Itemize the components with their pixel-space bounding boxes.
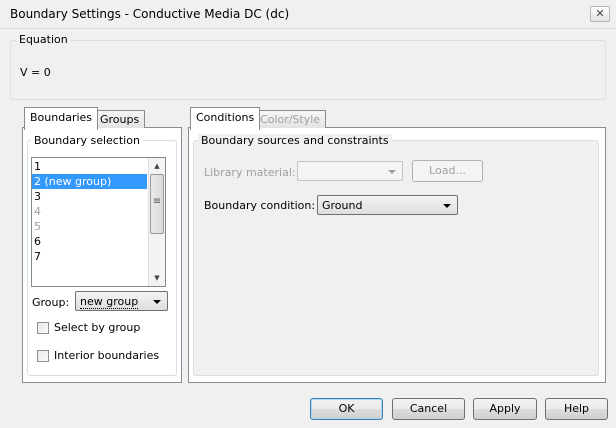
list-item[interactable]: 2 (new group): [32, 174, 147, 189]
interior-boundaries-checkbox[interactable]: [37, 350, 49, 362]
boundary-condition-select[interactable]: Ground: [317, 195, 458, 215]
list-item[interactable]: 6: [32, 234, 147, 249]
tab-color-style: Color/Style: [254, 110, 327, 128]
ok-button[interactable]: OK: [310, 398, 383, 420]
tab-groups[interactable]: Groups: [94, 110, 146, 128]
select-by-group-checkbox[interactable]: [37, 322, 49, 334]
chevron-down-icon: [153, 300, 161, 304]
cancel-button[interactable]: Cancel: [392, 398, 465, 420]
scroll-down-icon[interactable]: ▼: [149, 270, 165, 286]
chevron-down-icon: [443, 204, 451, 208]
scroll-thumb[interactable]: ≡: [150, 174, 164, 234]
tab-boundaries[interactable]: Boundaries: [24, 107, 99, 130]
boundary-condition-value: Ground: [322, 199, 363, 212]
equation-text: V = 0: [20, 66, 51, 79]
chevron-down-icon: [388, 170, 396, 174]
equation-group: [10, 40, 606, 100]
help-button[interactable]: Help: [545, 398, 608, 420]
load-button: Load...: [412, 160, 483, 182]
apply-button[interactable]: Apply: [473, 398, 537, 420]
boundary-list[interactable]: 12 (new group) 3 4 5 6 7 ▲ ≡ ▼: [31, 157, 166, 287]
library-material-label: Library material:: [204, 166, 296, 179]
conditions-legend: Boundary sources and constraints: [198, 134, 392, 147]
close-button[interactable]: ✕: [590, 6, 610, 22]
group-select-value: new group: [80, 295, 139, 309]
scroll-up-icon[interactable]: ▲: [149, 158, 165, 174]
list-item[interactable]: 7: [32, 249, 147, 264]
tab-conditions[interactable]: Conditions: [190, 107, 261, 130]
window-title: Boundary Settings - Conductive Media DC …: [10, 7, 290, 21]
list-item[interactable]: 3: [32, 189, 147, 204]
boundary-selection-legend: Boundary selection: [31, 134, 143, 147]
list-item[interactable]: 1: [32, 159, 147, 174]
library-material-select: [297, 161, 403, 181]
close-icon: ✕: [595, 7, 605, 20]
group-select[interactable]: new group: [75, 291, 168, 311]
scroll-grip-icon: ≡: [152, 196, 162, 207]
list-scrollbar[interactable]: ▲ ≡ ▼: [148, 158, 165, 286]
select-by-group-label[interactable]: Select by group: [54, 321, 140, 334]
boundary-condition-label: Boundary condition:: [204, 199, 316, 212]
equation-legend: Equation: [16, 33, 71, 46]
interior-boundaries-label[interactable]: Interior boundaries: [54, 349, 159, 362]
list-item: 5: [34, 220, 41, 233]
list-item: 4: [34, 205, 41, 218]
group-label: Group:: [32, 296, 70, 309]
